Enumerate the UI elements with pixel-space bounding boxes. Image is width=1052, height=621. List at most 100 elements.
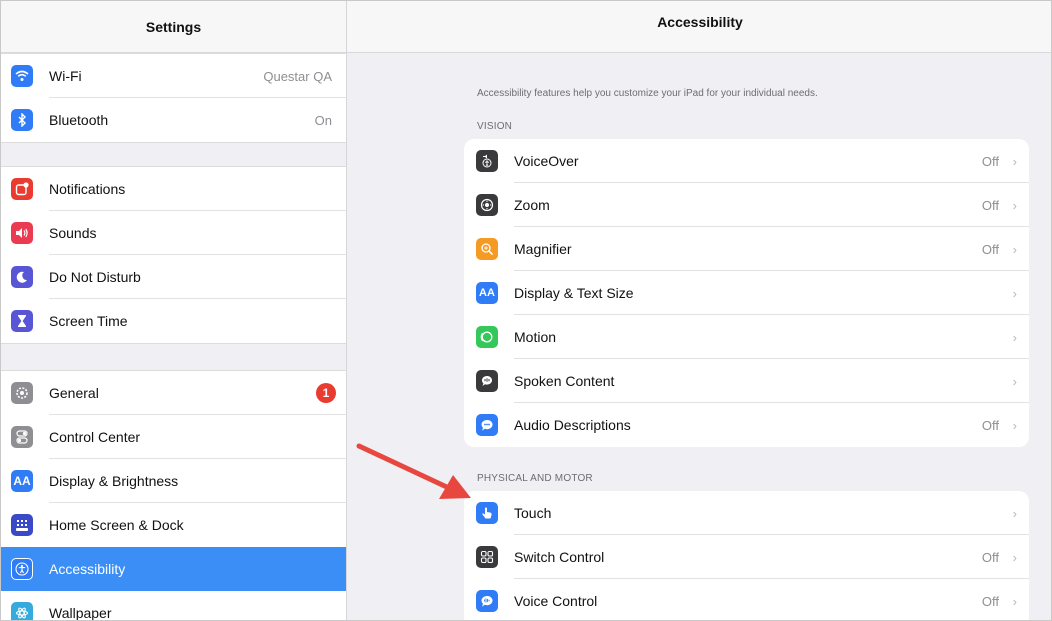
- chevron-right-icon: ›: [1012, 197, 1017, 213]
- accessibility-detail-pane: Accessibility Accessibility features hel…: [347, 1, 1051, 620]
- setting-value: Off: [981, 241, 999, 257]
- chevron-right-icon: ›: [1012, 593, 1017, 609]
- sidebar-item-label: Accessibility: [49, 561, 126, 577]
- sidebar-item-wallpaper[interactable]: Wallpaper: [1, 591, 346, 621]
- section-header-vision: VISION: [477, 121, 513, 132]
- sidebar-item-label: Wallpaper: [49, 605, 112, 621]
- chevron-right-icon: ›: [1012, 153, 1017, 169]
- sidebar-item-label: Screen Time: [49, 313, 128, 329]
- sidebar-group-general: General 1 Control Center AA Display & Br…: [1, 370, 346, 621]
- wallpaper-icon: [11, 602, 33, 620]
- gear-icon: [11, 382, 33, 404]
- setting-zoom[interactable]: Zoom Off ›: [464, 183, 1029, 227]
- sidebar-item-wifi[interactable]: Wi-Fi Questar QA: [1, 54, 346, 98]
- setting-label: Magnifier: [514, 241, 572, 257]
- setting-display-text-size[interactable]: AA Display & Text Size ›: [464, 271, 1029, 315]
- sidebar-item-value: On: [314, 112, 332, 128]
- sidebar-item-bluetooth[interactable]: Bluetooth On: [1, 98, 346, 142]
- notifications-icon: [11, 178, 33, 200]
- detail-header: Accessibility: [347, 1, 1051, 53]
- setting-value: Off: [981, 593, 999, 609]
- voice-control-icon: [476, 590, 498, 612]
- setting-label: Audio Descriptions: [514, 417, 631, 433]
- sidebar-item-label: Home Screen & Dock: [49, 517, 184, 533]
- sidebar-item-general[interactable]: General 1: [1, 371, 346, 415]
- switch-control-icon: [476, 546, 498, 568]
- chevron-right-icon: ›: [1012, 549, 1017, 565]
- icon-glyph: AA: [479, 287, 495, 299]
- sidebar-item-label: General: [49, 385, 99, 401]
- magnifier-icon: [476, 238, 498, 260]
- setting-label: Display & Text Size: [514, 285, 634, 301]
- chevron-right-icon: ›: [1012, 505, 1017, 521]
- sidebar-item-sounds[interactable]: Sounds: [1, 211, 346, 255]
- setting-voice-control[interactable]: Voice Control Off ›: [464, 579, 1029, 620]
- sidebar-item-label: Bluetooth: [49, 112, 109, 128]
- sidebar-item-label: Notifications: [49, 181, 126, 197]
- setting-label: VoiceOver: [514, 153, 579, 169]
- notification-badge: 1: [316, 383, 336, 403]
- setting-label: Switch Control: [514, 549, 605, 565]
- settings-sidebar: Settings Wi-Fi Questar QA Bluetooth On N…: [1, 1, 347, 621]
- zoom-icon: [476, 194, 498, 216]
- voiceover-icon: [476, 150, 498, 172]
- sidebar-item-label: Sounds: [49, 225, 97, 241]
- chevron-right-icon: ›: [1012, 373, 1017, 389]
- setting-label: Motion: [514, 329, 557, 345]
- audio-description-icon: [476, 414, 498, 436]
- setting-label: Spoken Content: [514, 373, 615, 389]
- accessibility-icon: [11, 558, 33, 580]
- chevron-right-icon: ›: [1012, 329, 1017, 345]
- bluetooth-icon: [11, 109, 33, 131]
- setting-label: Zoom: [514, 197, 550, 213]
- hand-pointer-icon: [476, 502, 498, 524]
- speech-bubble-icon: [476, 370, 498, 392]
- motion-icon: [476, 326, 498, 348]
- setting-switch-control[interactable]: Switch Control Off ›: [464, 535, 1029, 579]
- accessibility-description: Accessibility features help you customiz…: [477, 88, 818, 99]
- section-header-physical-motor: PHYSICAL AND MOTOR: [477, 473, 593, 484]
- setting-voiceover[interactable]: VoiceOver Off ›: [464, 139, 1029, 183]
- setting-value: Off: [981, 549, 999, 565]
- setting-label: Touch: [514, 505, 552, 521]
- chevron-right-icon: ›: [1012, 285, 1017, 301]
- text-size-icon: AA: [476, 282, 498, 304]
- setting-value: Off: [981, 197, 999, 213]
- sidebar-item-display-brightness[interactable]: AA Display & Brightness: [1, 459, 346, 503]
- sidebar-item-label: Wi-Fi: [49, 68, 82, 84]
- icon-glyph: AA: [13, 474, 31, 488]
- text-size-icon: AA: [11, 470, 33, 492]
- sidebar-item-control-center[interactable]: Control Center: [1, 415, 346, 459]
- wifi-icon: [11, 65, 33, 87]
- sidebar-item-do-not-disturb[interactable]: Do Not Disturb: [1, 255, 346, 299]
- sidebar-group-connectivity: Wi-Fi Questar QA Bluetooth On: [1, 53, 346, 143]
- setting-value: Off: [981, 153, 999, 169]
- sidebar-item-label: Do Not Disturb: [49, 269, 141, 285]
- hourglass-icon: [11, 310, 33, 332]
- chevron-right-icon: ›: [1012, 417, 1017, 433]
- sidebar-header: Settings: [1, 1, 346, 53]
- setting-label: Voice Control: [514, 593, 598, 609]
- toggles-icon: [11, 426, 33, 448]
- ipad-settings-window: Settings Wi-Fi Questar QA Bluetooth On N…: [0, 0, 1052, 621]
- setting-value: Off: [981, 417, 999, 433]
- setting-motion[interactable]: Motion ›: [464, 315, 1029, 359]
- chevron-right-icon: ›: [1012, 241, 1017, 257]
- moon-icon: [11, 266, 33, 288]
- setting-audio-descriptions[interactable]: Audio Descriptions Off ›: [464, 403, 1029, 447]
- sidebar-item-notifications[interactable]: Notifications: [1, 167, 346, 211]
- sidebar-item-home-screen-dock[interactable]: Home Screen & Dock: [1, 503, 346, 547]
- setting-magnifier[interactable]: Magnifier Off ›: [464, 227, 1029, 271]
- sidebar-item-value: Questar QA: [263, 68, 332, 84]
- sidebar-item-screen-time[interactable]: Screen Time: [1, 299, 346, 343]
- sidebar-item-label: Display & Brightness: [49, 473, 179, 489]
- sidebar-title: Settings: [145, 18, 202, 35]
- vision-settings-group: VoiceOver Off › Zoom Off › Magnifier Off: [464, 139, 1029, 447]
- page-title: Accessibility: [657, 13, 743, 30]
- setting-spoken-content[interactable]: Spoken Content ›: [464, 359, 1029, 403]
- sidebar-item-label: Control Center: [49, 429, 141, 445]
- sidebar-group-notifications: Notifications Sounds Do Not Disturb Scre…: [1, 166, 346, 344]
- sidebar-item-accessibility[interactable]: Accessibility: [1, 547, 346, 591]
- setting-touch[interactable]: Touch ›: [464, 491, 1029, 535]
- physical-motor-settings-group: Touch › Switch Control Off › Voice Contr…: [464, 491, 1029, 620]
